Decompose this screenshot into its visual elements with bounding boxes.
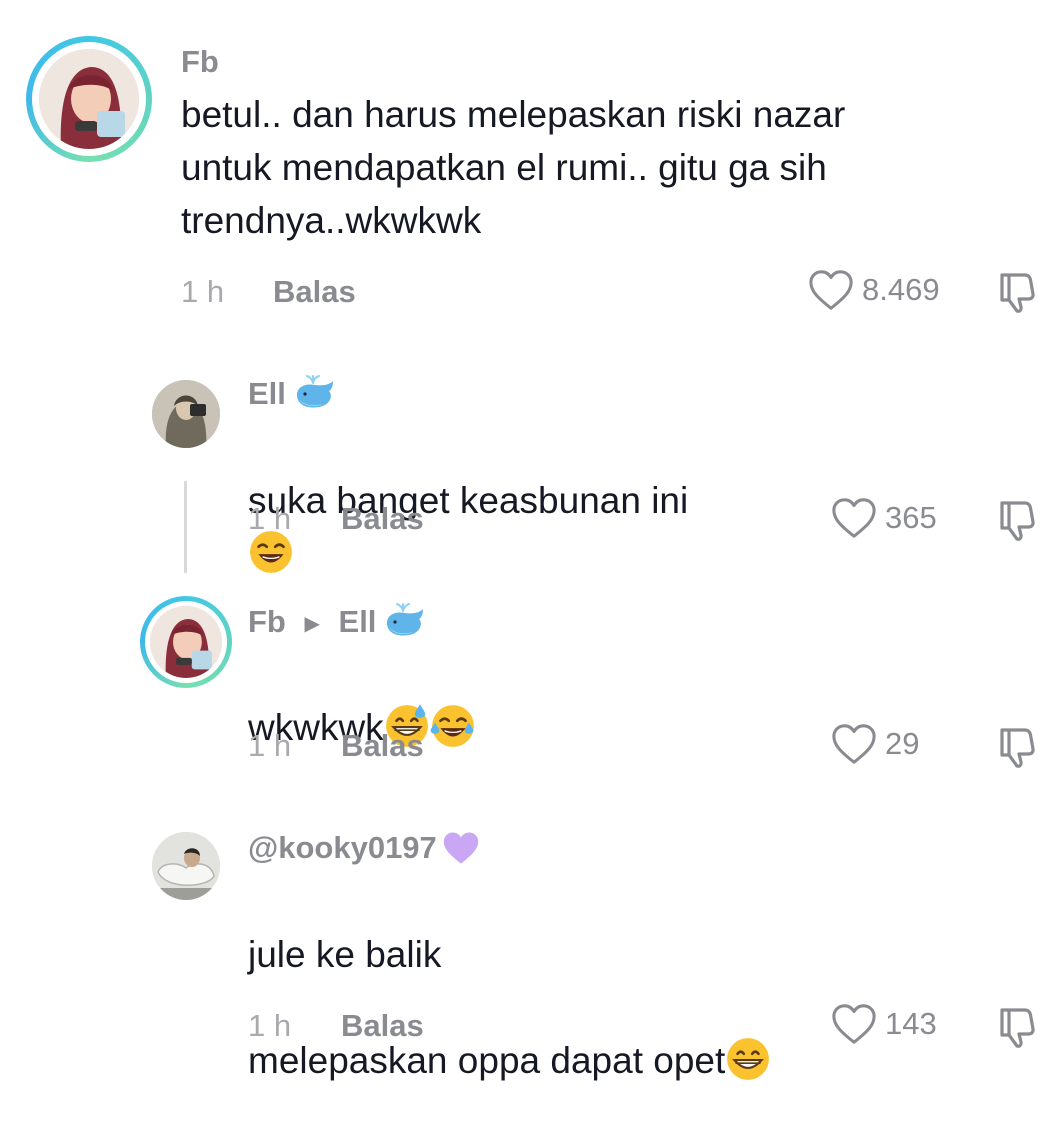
comment-username[interactable]: @kooky0197 [248,830,481,866]
like-count: 8.469 [862,272,940,307]
avatar[interactable] [140,596,232,688]
avatar-photo [150,606,222,678]
avatar[interactable] [152,832,220,900]
reply-button[interactable]: Balas [341,1008,424,1044]
reply-button[interactable]: Balas [341,501,424,537]
avatar[interactable] [152,380,220,448]
username-text: Ell [248,376,286,411]
comment-username[interactable]: Fb ▶ Ell [248,604,427,641]
like-button[interactable]: 29 [831,722,919,766]
comment-text-line: jule ke balik [248,934,442,975]
comment-text: suka banget keasbunan ini [248,421,688,580]
comment-text: betul.. dan harus melepaskan riski nazar… [181,94,846,241]
whale-icon [383,601,427,641]
heart-outline-icon [808,268,854,312]
username-text: @kooky0197 [248,830,437,865]
heart-outline-icon [831,496,877,540]
comment-time: 1 h [248,501,292,536]
heart-outline-icon [831,722,877,766]
thumbs-down-icon[interactable] [995,270,1039,314]
purple-heart-icon [441,830,481,866]
comment-text-content: suka banget keasbunan ini [248,480,689,521]
comment-text: jule ke balik melepaskan oppa dapat opet [248,875,771,1140]
like-count: 143 [885,1006,937,1041]
comment-time: 1 h [181,274,225,309]
like-count: 29 [885,726,920,761]
whale-icon [293,373,337,413]
like-count: 365 [885,500,937,535]
thumbs-down-icon[interactable] [995,725,1039,769]
thumbs-down-icon[interactable] [995,1005,1039,1049]
reply-button[interactable]: Balas [341,728,424,764]
comment-time: 1 h [248,1008,292,1043]
reply-button[interactable]: Balas [273,274,356,310]
comment-text-line: melepaskan oppa dapat opet [248,1034,771,1087]
avatar-photo [39,49,139,149]
username-text: Fb [248,604,286,639]
reply-to-username[interactable]: Ell [339,604,377,639]
thumbs-down-icon[interactable] [995,498,1039,542]
reply-arrow-icon: ▶ [304,613,320,636]
avatar-photo [152,380,220,448]
like-button[interactable]: 8.469 [808,268,940,312]
avatar[interactable] [26,36,152,162]
comment-username[interactable]: Fb [181,44,219,80]
avatar-photo [152,832,220,900]
like-button[interactable]: 365 [831,496,937,540]
grinning-icon [725,1036,771,1082]
comment-time: 1 h [248,728,292,763]
thread-line [184,481,187,573]
tears-of-joy-icon [430,703,476,749]
like-button[interactable]: 143 [831,1002,937,1046]
comment-text-content: melepaskan oppa dapat opet [248,1040,726,1081]
heart-outline-icon [831,1002,877,1046]
comment-username[interactable]: Ell [248,376,337,413]
